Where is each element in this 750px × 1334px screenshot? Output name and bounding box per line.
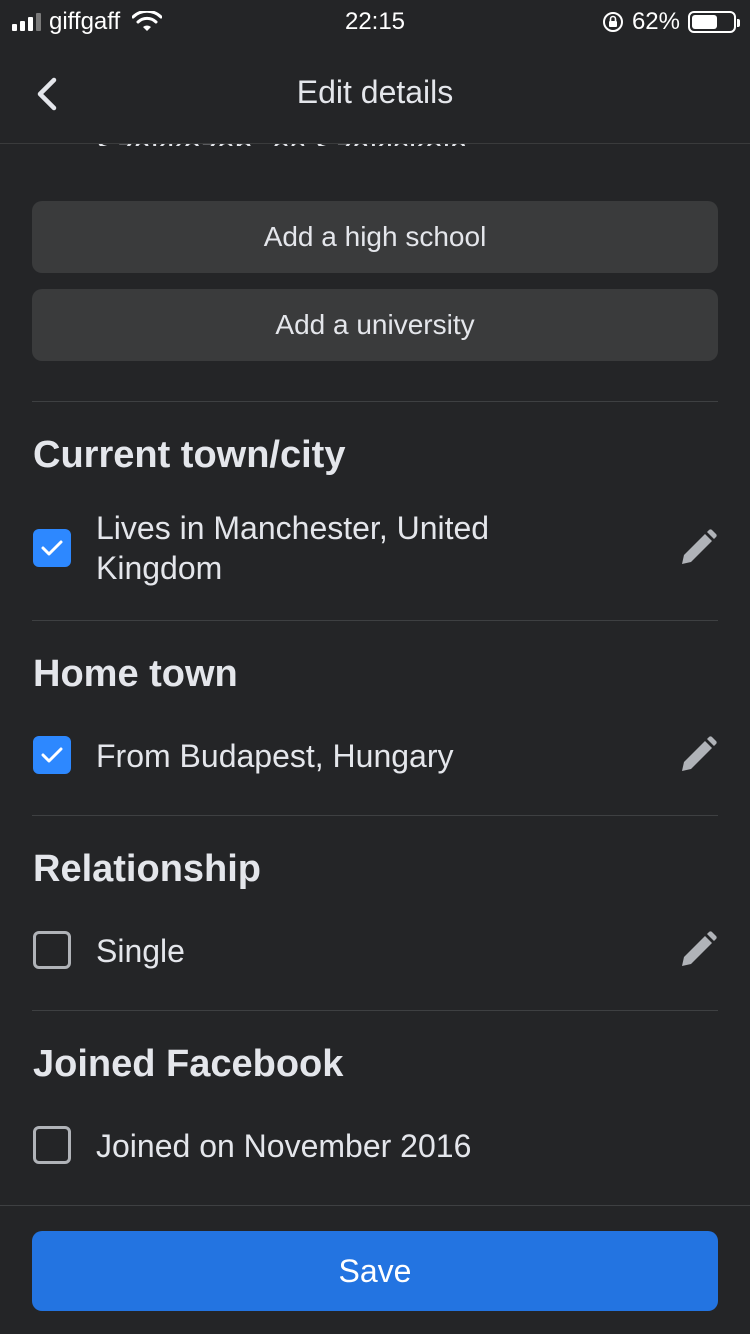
joined-label: Joined on November 2016 — [96, 1128, 472, 1164]
pencil-icon[interactable] — [678, 930, 718, 970]
section-title-relationship: Relationship — [33, 848, 262, 890]
nav-header: Edit details — [0, 44, 750, 144]
battery-percent: 62% — [631, 8, 680, 35]
section-title-home-town: Home town — [33, 653, 238, 695]
add-high-school-button[interactable]: Add a high school — [32, 201, 718, 273]
divider — [32, 1010, 718, 1011]
bottom-bar: Save — [0, 1205, 750, 1334]
divider — [32, 620, 718, 621]
current-town-label: Lives in Manchester, United Kingdom — [96, 510, 490, 586]
divider — [32, 815, 718, 816]
save-button[interactable]: Save — [32, 1231, 718, 1311]
relationship-checkbox[interactable] — [33, 931, 71, 969]
pencil-icon[interactable] — [678, 528, 718, 568]
section-title-current-town: Current town/city — [33, 434, 346, 476]
page-title: Edit details — [296, 74, 454, 110]
status-right: 62% — [602, 8, 740, 36]
joined-checkbox[interactable] — [33, 1126, 71, 1164]
home-town-checkbox[interactable] — [33, 736, 71, 774]
pencil-icon[interactable] — [678, 735, 718, 775]
checkmark-icon — [41, 747, 63, 763]
battery-icon — [688, 11, 740, 33]
rotation-lock-icon — [602, 12, 623, 32]
section-title-joined: Joined Facebook — [33, 1043, 344, 1085]
add-university-button[interactable]: Add a university — [32, 289, 718, 361]
home-town-label: From Budapest, Hungary — [96, 738, 454, 774]
checkmark-icon — [41, 540, 63, 556]
relationship-label: Single — [96, 933, 185, 969]
divider — [32, 401, 718, 402]
status-bar: giffgaff 22:15 62% — [0, 0, 750, 44]
current-town-checkbox[interactable] — [33, 529, 71, 567]
